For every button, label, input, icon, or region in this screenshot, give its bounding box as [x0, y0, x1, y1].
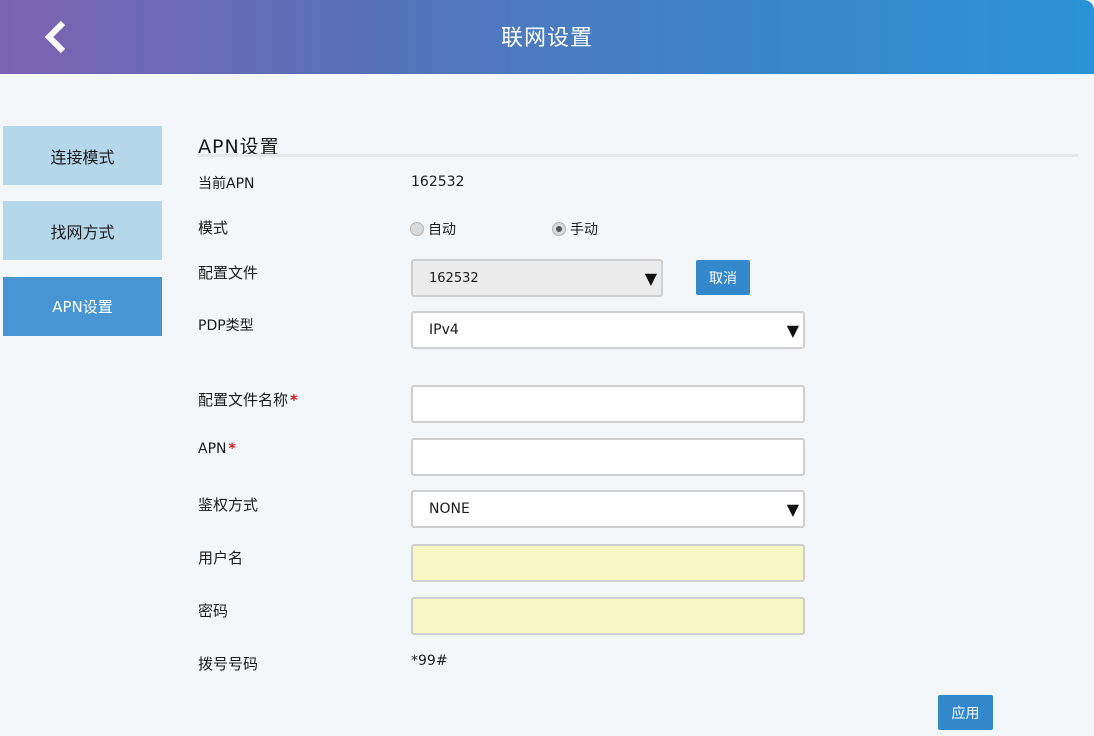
dial-number-label: 拨号号码 [198, 655, 259, 673]
password-input[interactable] [411, 597, 805, 635]
mode-radio-auto[interactable]: 自动 [410, 219, 456, 239]
sidebar-item-label: APN设置 [52, 298, 113, 316]
dropdown-arrow-icon: ▼ [786, 321, 799, 340]
top-bar: 联网设置 [0, 0, 1094, 74]
dial-number-value: *99# [411, 653, 448, 669]
username-input[interactable] [411, 544, 805, 582]
sidebar-item-apn-settings[interactable]: APN设置 [3, 277, 162, 336]
sidebar-item-label: 连接模式 [50, 147, 115, 167]
apn-label: APN * [198, 441, 236, 457]
profile-select-value: 162532 [429, 270, 479, 286]
cancel-button[interactable]: 取消 [696, 260, 750, 295]
sidebar-item-network-search[interactable]: 找网方式 [3, 201, 162, 260]
mode-label: 模式 [198, 219, 229, 237]
radio-checked-icon [552, 222, 566, 236]
profile-select[interactable]: 162532 ▼ [411, 259, 663, 297]
profile-name-label-text: 配置文件名称 [198, 391, 289, 409]
current-apn-value: 162532 [411, 174, 465, 190]
apn-input[interactable] [411, 438, 805, 476]
auth-select-value: NONE [429, 501, 470, 517]
auth-select[interactable]: NONE ▼ [411, 490, 805, 528]
radio-label: 手动 [570, 222, 598, 238]
sidebar-item-label: 找网方式 [50, 222, 115, 242]
pdp-type-label: PDP类型 [198, 318, 254, 334]
pdp-type-select[interactable]: IPv4 ▼ [411, 311, 805, 349]
mode-radio-manual[interactable]: 手动 [552, 219, 598, 239]
page-title: 联网设置 [500, 26, 593, 51]
section-divider [198, 154, 1078, 157]
apply-button[interactable]: 应用 [938, 695, 993, 730]
password-label: 密码 [198, 602, 229, 620]
profile-label: 配置文件 [198, 264, 259, 282]
current-apn-label: 当前APN [198, 176, 255, 192]
required-asterisk: * [290, 391, 298, 409]
sidebar-item-connection-mode[interactable]: 连接模式 [3, 126, 162, 185]
dropdown-arrow-icon: ▼ [644, 269, 657, 288]
radio-unchecked-icon [410, 222, 424, 236]
radio-label: 自动 [428, 222, 456, 238]
profile-name-input[interactable] [411, 385, 805, 423]
profile-name-label: 配置文件名称 * [198, 389, 298, 410]
required-asterisk: * [228, 441, 236, 457]
username-label: 用户名 [198, 549, 244, 567]
apn-label-text: APN [198, 441, 227, 457]
pdp-type-select-value: IPv4 [429, 322, 459, 338]
dropdown-arrow-icon: ▼ [786, 500, 799, 519]
auth-label: 鉴权方式 [198, 496, 259, 514]
